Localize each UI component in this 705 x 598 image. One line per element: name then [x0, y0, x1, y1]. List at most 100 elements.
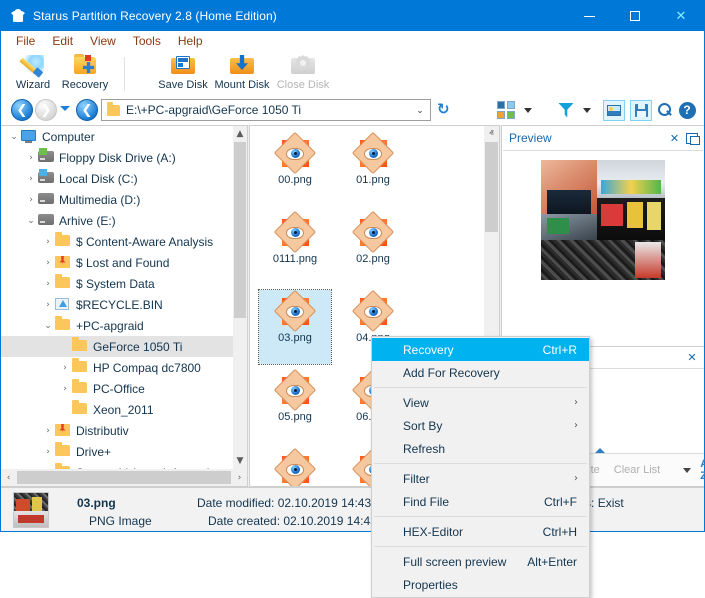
tree-expander-icon[interactable]: ⌄ — [24, 216, 38, 226]
tree-item[interactable]: GeForce 1050 Ti — [1, 336, 233, 357]
menu-item-tools[interactable]: Tools — [125, 32, 170, 51]
preview-close-button[interactable]: ✕ — [666, 130, 683, 147]
tree-expander-icon[interactable]: › — [58, 384, 72, 394]
context-menu-item[interactable]: Sort By › — [372, 414, 589, 437]
tree-item[interactable]: ⌄ +PC-apgraid — [1, 315, 233, 336]
preview-toggle-icon[interactable] — [602, 99, 626, 121]
context-menu-item[interactable]: Refresh — [372, 437, 589, 460]
recovery-list-close-button[interactable]: ✕ — [685, 351, 699, 364]
folder-icon — [72, 360, 89, 375]
context-menu-item[interactable]: Find File Ctrl+F — [372, 490, 589, 513]
tree-expander-icon[interactable]: › — [41, 300, 55, 310]
sort-az-icon[interactable]: AZ — [700, 458, 705, 482]
tree-horizontal-scrollbar[interactable]: ‹ › — [1, 469, 247, 486]
context-menu-label: Recovery — [403, 342, 454, 357]
tree-hscroll-right-icon[interactable]: › — [232, 470, 247, 486]
list-view-dropdown-icon[interactable] — [683, 467, 692, 473]
filelist-scroll-thumb[interactable] — [485, 142, 498, 232]
tree-expander-icon[interactable]: › — [41, 447, 55, 457]
menu-item-edit[interactable]: Edit — [44, 32, 82, 51]
context-menu-item[interactable]: Filter › — [372, 467, 589, 490]
list-view-icon[interactable] — [673, 463, 674, 477]
minimize-icon — [583, 15, 595, 17]
toolbar-label-save-disk: Save Disk — [158, 79, 208, 91]
tree-expander-icon[interactable]: › — [41, 279, 55, 289]
back-arrow-icon: ❮ — [16, 102, 28, 118]
file-item[interactable]: 07.png — [259, 447, 331, 486]
tree-expander-icon[interactable]: › — [24, 174, 38, 184]
toolbar-button-recovery[interactable]: Recovery — [53, 54, 117, 94]
maximize-button[interactable] — [612, 1, 658, 31]
refresh-icon[interactable]: ↻ — [437, 102, 453, 118]
file-item[interactable]: 0111.png — [259, 210, 331, 285]
address-input[interactable]: E:\+PC-apgraid\GeForce 1050 Ti ⌄ — [101, 99, 431, 121]
menu-item-help[interactable]: Help — [170, 32, 212, 51]
context-menu-item[interactable]: Properties — [372, 573, 589, 596]
tree-scroll-down-icon[interactable]: ▼ — [233, 453, 247, 469]
tree-expander-icon[interactable]: › — [24, 195, 38, 205]
tree-item-label: HP Compaq dc7800 — [93, 360, 201, 375]
tree-item[interactable]: › $ Content-Aware Analysis — [1, 231, 233, 252]
file-item[interactable]: 01.png — [337, 131, 409, 206]
menu-item-view[interactable]: View — [82, 32, 125, 51]
filter-funnel-icon[interactable] — [557, 100, 575, 120]
tree-hscroll-left-icon[interactable]: ‹ — [1, 470, 16, 486]
tree-item[interactable]: ⌄ Arhive (E:) — [1, 210, 233, 231]
close-button[interactable]: ✕ — [658, 1, 704, 31]
folder-tree[interactable]: ⌄ Computer › Floppy Disk Drive (A:) › Local D… — [1, 126, 233, 480]
context-menu-item[interactable]: Add For Recovery — [372, 361, 589, 384]
file-item[interactable]: 03.png — [258, 289, 332, 365]
context-menu[interactable]: Recovery Ctrl+R Add For Recovery View › Sort … — [371, 336, 590, 598]
tree-expander-icon[interactable]: › — [41, 237, 55, 247]
tree-scroll-thumb[interactable] — [234, 142, 246, 318]
filelist-scroll-up-icon[interactable]: ⱏ — [484, 126, 499, 142]
save-session-icon[interactable] — [629, 99, 653, 121]
toolbar-button-save-disk[interactable]: Save Disk — [151, 54, 215, 94]
toolbar-button-mount-disk[interactable]: Mount Disk — [210, 54, 274, 94]
tree-item[interactable]: › $ Lost and Found — [1, 252, 233, 273]
address-path-text: E:\+PC-apgraid\GeForce 1050 Ti — [126, 103, 302, 117]
file-item[interactable]: 05.png — [259, 368, 331, 443]
filter-dropdown[interactable] — [581, 100, 593, 120]
tree-item[interactable]: › $RECYCLE.BIN — [1, 294, 233, 315]
tree-expander-icon[interactable]: › — [41, 426, 55, 436]
recovery-list-expander-icon[interactable] — [595, 448, 605, 453]
context-menu-item[interactable]: View › — [372, 391, 589, 414]
view-mode-dropdown[interactable] — [522, 100, 534, 120]
tree-expander-icon[interactable]: › — [41, 258, 55, 268]
tree-expander-icon[interactable]: ⌄ — [41, 321, 55, 331]
tree-scroll-up-icon[interactable]: ▲ — [233, 126, 247, 142]
tree-item[interactable]: › Drive+ — [1, 441, 233, 462]
tree-item[interactable]: › Local Disk (C:) — [1, 168, 233, 189]
file-item[interactable]: 00.png — [259, 131, 331, 206]
tree-item[interactable]: › Distributiv — [1, 420, 233, 441]
context-menu-item[interactable]: Recovery Ctrl+R — [372, 338, 589, 361]
tree-expander-icon[interactable]: ⌄ — [7, 132, 21, 142]
tree-item[interactable]: › Multimedia (D:) — [1, 189, 233, 210]
context-menu-item[interactable]: Full screen preview Alt+Enter — [372, 550, 589, 573]
context-menu-label: View — [403, 395, 429, 410]
tree-item[interactable]: › PC-Office — [1, 378, 233, 399]
tree-item[interactable]: › Floppy Disk Drive (A:) — [1, 147, 233, 168]
view-mode-icon[interactable] — [495, 100, 517, 120]
search-icon[interactable] — [656, 100, 674, 120]
tree-item[interactable]: Xeon_2011 — [1, 399, 233, 420]
minimize-button[interactable] — [566, 1, 612, 31]
tree-hscroll-thumb[interactable] — [17, 471, 231, 484]
up-button[interactable]: ❮ — [76, 99, 98, 121]
help-icon[interactable]: ? — [677, 100, 697, 120]
folder-tree-panel: ⌄ Computer › Floppy Disk Drive (A:) › Local D… — [1, 125, 248, 487]
menu-item-file[interactable]: File — [8, 32, 44, 51]
clear-list-button[interactable]: Clear List — [607, 464, 667, 476]
preview-undock-button[interactable] — [683, 130, 700, 147]
tree-expander-icon[interactable]: › — [24, 153, 38, 163]
back-button[interactable]: ❮ — [11, 99, 33, 121]
tree-item[interactable]: › $ System Data — [1, 273, 233, 294]
tree-vertical-scrollbar[interactable]: ▲ ▼ — [233, 126, 247, 469]
tree-item[interactable]: ⌄ Computer — [1, 126, 233, 147]
tree-expander-icon[interactable]: › — [58, 363, 72, 373]
tree-item[interactable]: › HP Compaq dc7800 — [1, 357, 233, 378]
history-dropdown-icon[interactable] — [60, 106, 70, 111]
file-item[interactable]: 02.png — [337, 210, 409, 285]
address-dropdown-icon[interactable]: ⌄ — [412, 103, 428, 118]
